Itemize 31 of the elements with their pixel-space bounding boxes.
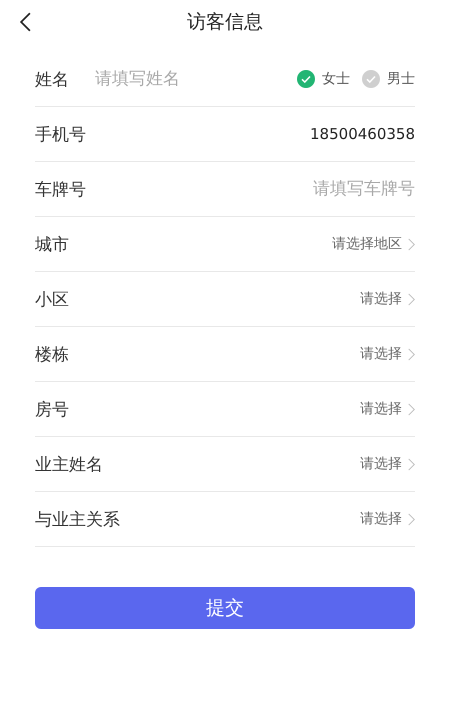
checked-radio-icon[interactable]: [297, 70, 315, 88]
unchecked-radio-icon[interactable]: [362, 70, 380, 88]
chevron-icon: [408, 512, 415, 526]
chevron-icon: [408, 238, 415, 250]
field-label: 车牌号: [35, 178, 86, 200]
field-label: 与业主关系: [35, 508, 120, 530]
select-field[interactable]: 请选择地区: [332, 235, 415, 253]
select-field[interactable]: 请选择: [360, 455, 415, 473]
field-label: 小区: [35, 288, 69, 310]
submit-button[interactable]: 提交: [35, 587, 415, 629]
field-label: 手机号: [35, 124, 86, 146]
select-field[interactable]: 请选择: [360, 510, 415, 528]
chevron-icon: [408, 402, 415, 416]
select-field[interactable]: 请选择: [360, 290, 415, 308]
chevron-icon: [408, 292, 415, 306]
option-label[interactable]: 女士: [322, 70, 350, 88]
chevron-icon: [408, 458, 415, 470]
select-field[interactable]: 请选择: [360, 345, 415, 363]
field-label: 业主姓名: [35, 454, 103, 476]
select-field[interactable]: 请选择: [360, 400, 415, 418]
field-label: 城市: [35, 234, 69, 256]
input-field[interactable]: 请填写姓名: [95, 69, 297, 89]
field-label: 房号: [35, 398, 69, 420]
input-field[interactable]: 请填写车牌号: [106, 179, 415, 199]
chevron-icon: [408, 348, 415, 360]
field-value: 18500460358: [310, 125, 415, 143]
page-title: 访客信息: [187, 10, 263, 35]
option-label[interactable]: 男士: [387, 70, 415, 88]
field-label: 楼栋: [35, 344, 69, 366]
back-icon[interactable]: [20, 12, 30, 32]
field-label: 姓名: [35, 68, 69, 90]
